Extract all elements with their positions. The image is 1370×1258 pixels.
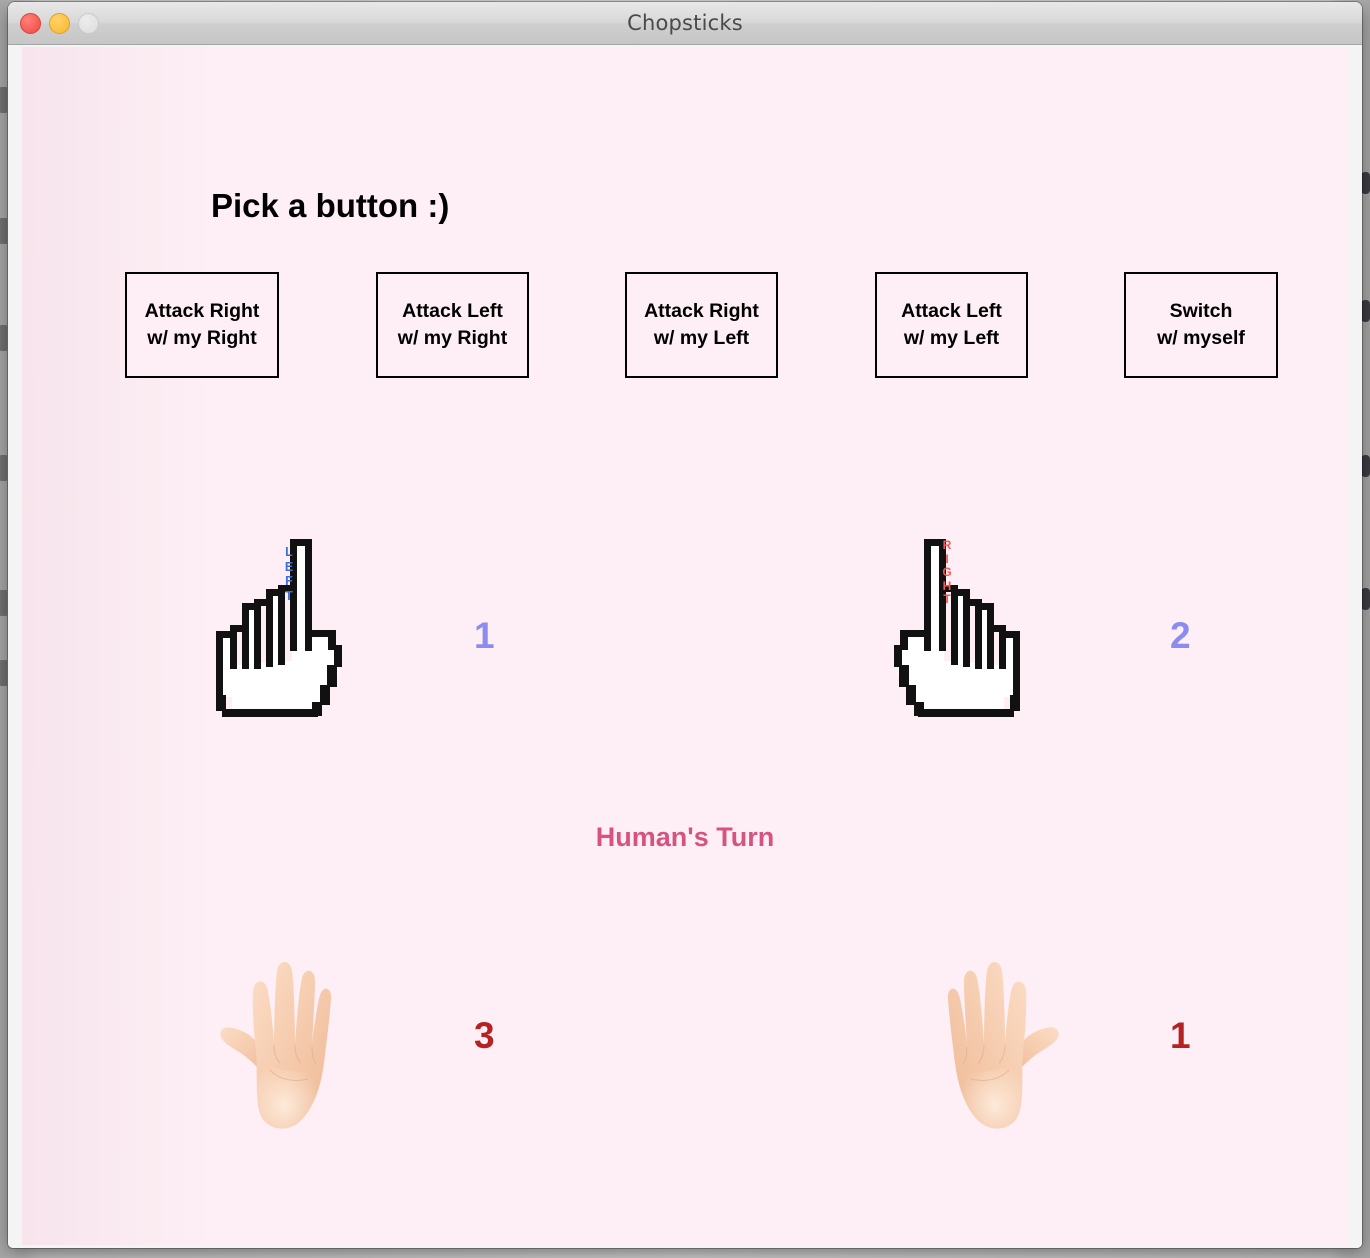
window-frame: Pick a button :) Attack Right w/ my Righ…: [8, 45, 1362, 1248]
app-window: Chopsticks Pick a button :) Attack Right…: [8, 2, 1362, 1248]
window-titlebar[interactable]: Chopsticks: [8, 2, 1362, 45]
move-button-line1: Attack Left: [402, 300, 503, 323]
move-button-attack-left-with-my-right[interactable]: Attack Left w/ my Right: [376, 272, 529, 378]
desktop-edge-marker: [0, 218, 7, 244]
cpu-right-hand-icon: R I G H T: [884, 525, 1054, 740]
desktop-edge-marker: [1361, 588, 1370, 610]
move-button-line1: Attack Right: [644, 300, 759, 323]
move-button-line1: Attack Left: [901, 300, 1002, 323]
move-button-attack-left-with-my-left[interactable]: Attack Left w/ my Left: [875, 272, 1028, 378]
move-button-line1: Attack Right: [144, 300, 260, 323]
move-button-attack-right-with-my-left[interactable]: Attack Right w/ my Left: [625, 272, 778, 378]
desktop-edge-marker: [0, 87, 7, 113]
human-right-hand-count: 1: [1170, 1015, 1191, 1056]
move-button-line2: w/ my Left: [653, 327, 750, 349]
cpu-left-hand-icon: L E F T: [182, 525, 352, 740]
move-button-switch-with-myself[interactable]: Switch w/ myself: [1124, 272, 1278, 378]
desktop-edge-marker: [0, 660, 7, 686]
desktop-edge-marker: [1361, 300, 1370, 322]
move-button-line2: w/ myself: [1157, 327, 1245, 349]
game-canvas: Pick a button :) Attack Right w/ my Righ…: [22, 47, 1348, 1245]
cpu-left-hand-count: 1: [474, 615, 495, 656]
desktop-edge-marker: [0, 455, 7, 481]
desktop-edge-marker: [1361, 455, 1370, 477]
move-button-attack-right-with-my-right[interactable]: Attack Right w/ my Right: [125, 272, 279, 378]
page-title: Pick a button :): [211, 187, 450, 224]
human-left-hand-image: [212, 947, 362, 1142]
desktop-edge-marker: [0, 590, 7, 616]
turn-status-text: Human's Turn: [595, 822, 775, 852]
window-title: Chopsticks: [627, 11, 743, 35]
window-traffic-lights: [20, 2, 99, 44]
desktop-edge-marker: [0, 325, 7, 351]
move-button-row: Attack Right w/ my Right Attack Left w/ …: [22, 272, 1348, 392]
desktop-edge-marker: [1361, 172, 1370, 194]
move-button-line2: w/ my Right: [397, 327, 508, 349]
close-window-icon[interactable]: [20, 12, 41, 34]
human-right-hand-image: [917, 947, 1067, 1142]
human-left-hand-count: 3: [474, 1015, 495, 1056]
minimize-window-icon[interactable]: [49, 12, 70, 34]
move-button-line1: Switch: [1169, 300, 1233, 323]
move-button-line2: w/ my Right: [147, 327, 257, 349]
zoom-window-icon[interactable]: [78, 12, 99, 34]
move-button-line2: w/ my Left: [903, 327, 1000, 349]
cpu-right-hand-count: 2: [1170, 615, 1191, 656]
